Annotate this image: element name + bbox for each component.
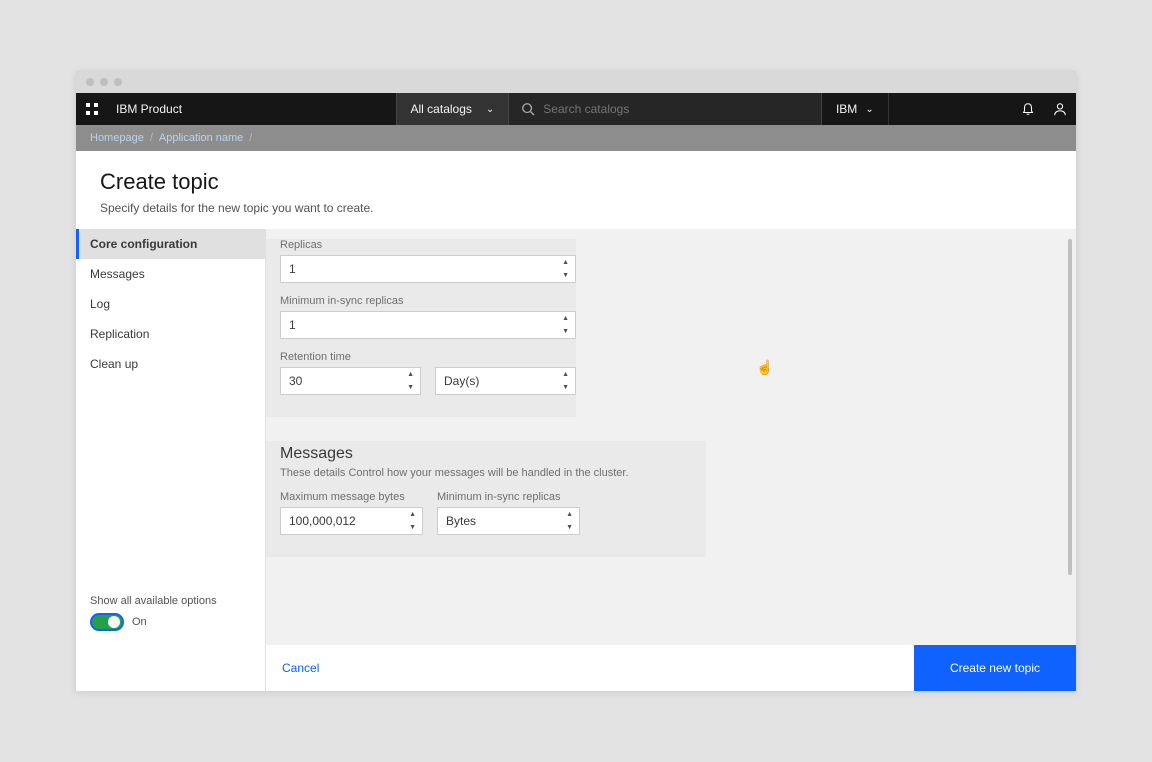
stepper-icon[interactable]: ▲▼ (562, 371, 569, 391)
min-isr-label: Minimum in-sync replicas (280, 295, 576, 307)
replicas-input[interactable]: 1 ▲▼ (280, 255, 576, 283)
msg-unit-select[interactable]: Bytes ▲▼ (437, 507, 580, 535)
nav-item-messages[interactable]: Messages (76, 259, 265, 289)
replicas-value: 1 (289, 262, 296, 276)
nav-item-cleanup[interactable]: Clean up (76, 349, 265, 379)
window-dot (114, 78, 122, 86)
retention-unit: Day(s) (444, 374, 479, 388)
stepper-icon[interactable]: ▲▼ (409, 511, 416, 531)
max-bytes-input[interactable]: 100,000,012 ▲▼ (280, 507, 423, 535)
min-isr-input[interactable]: 1 ▲▼ (280, 311, 576, 339)
sidebar-bottom: Show all available options On (76, 585, 265, 645)
chevron-down-icon: ⌄ (865, 104, 873, 115)
retention-value-input[interactable]: 30 ▲▼ (280, 367, 421, 395)
catalog-label: All catalogs (411, 102, 472, 116)
stepper-icon[interactable]: ▲▼ (407, 371, 414, 391)
stepper-icon[interactable]: ▲▼ (562, 259, 569, 279)
replicas-label: Replicas (280, 239, 576, 251)
catalog-dropdown[interactable]: All catalogs ⌄ (396, 93, 510, 125)
section-core: Replicas 1 ▲▼ Minimum in-sync replicas 1… (266, 239, 576, 417)
page-subtitle: Specify details for the new topic you wa… (100, 201, 1052, 215)
messages-title: Messages (280, 445, 706, 463)
search-icon (521, 102, 535, 116)
msg-unit: Bytes (446, 514, 476, 528)
window-dot (100, 78, 108, 86)
max-bytes-label: Maximum message bytes (280, 491, 423, 503)
product-name: IBM Product (108, 102, 190, 116)
section-messages: Messages These details Control how your … (266, 441, 706, 557)
messages-desc: These details Control how your messages … (280, 467, 706, 479)
form-area: Replicas 1 ▲▼ Minimum in-sync replicas 1… (266, 229, 1076, 645)
breadcrumb: Homepage / Application name / (76, 125, 1076, 151)
search-input[interactable] (543, 102, 809, 116)
page-header: Create topic Specify details for the new… (76, 151, 1076, 229)
window-dot (86, 78, 94, 86)
retention-value: 30 (289, 374, 302, 388)
user-icon[interactable] (1044, 93, 1076, 125)
toggle-state: On (132, 616, 147, 628)
chevron-down-icon: ⌄ (486, 104, 494, 115)
search-wrapper[interactable] (509, 93, 822, 125)
scrollbar[interactable] (1068, 239, 1072, 575)
app-menu-icon[interactable] (76, 93, 108, 125)
app-header: IBM Product All catalogs ⌄ IBM ⌄ (76, 93, 1076, 125)
pointer-cursor-icon: ☝ (756, 359, 773, 376)
breadcrumb-app[interactable]: Application name (159, 132, 243, 144)
notifications-icon[interactable] (1012, 93, 1044, 125)
sidebar: Core configuration Messages Log Replicat… (76, 229, 266, 645)
show-all-toggle[interactable] (90, 613, 124, 631)
toggle-label: Show all available options (90, 595, 251, 607)
msg-min-isr-label: Minimum in-sync replicas (437, 491, 580, 503)
main-body: Core configuration Messages Log Replicat… (76, 229, 1076, 645)
max-bytes-value: 100,000,012 (289, 514, 356, 528)
cancel-button[interactable]: Cancel (266, 645, 335, 691)
min-isr-value: 1 (289, 318, 296, 332)
stepper-icon[interactable]: ▲▼ (566, 511, 573, 531)
window-chrome (76, 71, 1076, 93)
app-window: IBM Product All catalogs ⌄ IBM ⌄ Homepag… (76, 71, 1076, 691)
org-label: IBM (836, 102, 857, 116)
retention-label: Retention time (280, 351, 576, 363)
stepper-icon[interactable]: ▲▼ (562, 315, 569, 335)
create-topic-button[interactable]: Create new topic (914, 645, 1076, 691)
nav-item-replication[interactable]: Replication (76, 319, 265, 349)
breadcrumb-separator: / (249, 132, 252, 144)
org-dropdown[interactable]: IBM ⌄ (822, 93, 889, 125)
nav-item-log[interactable]: Log (76, 289, 265, 319)
page-title: Create topic (100, 169, 1052, 195)
footer: Cancel Create new topic (76, 645, 1076, 691)
footer-sidebar-spacer (76, 645, 266, 691)
nav-item-core[interactable]: Core configuration (76, 229, 265, 259)
breadcrumb-home[interactable]: Homepage (90, 132, 144, 144)
breadcrumb-separator: / (150, 132, 153, 144)
retention-unit-select[interactable]: Day(s) ▲▼ (435, 367, 576, 395)
nav-list: Core configuration Messages Log Replicat… (76, 229, 265, 379)
